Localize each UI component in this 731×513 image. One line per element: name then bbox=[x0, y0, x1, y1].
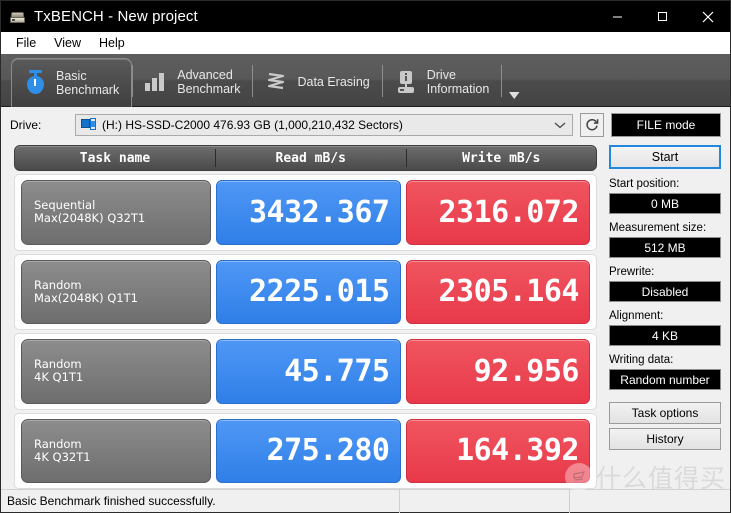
menu-item-file[interactable]: File bbox=[7, 34, 45, 52]
main-content: Task name Read mB/s Write mB/s Sequentia… bbox=[1, 143, 730, 489]
menu-item-help[interactable]: Help bbox=[90, 34, 134, 52]
task-name-line1: Random bbox=[34, 277, 82, 292]
task-name-line2: 4K Q1T1 bbox=[34, 370, 84, 385]
write-value: 164.392 bbox=[405, 418, 590, 483]
tab-data-erasing[interactable]: Data Erasing bbox=[253, 58, 381, 106]
alignment-label: Alignment: bbox=[609, 310, 664, 322]
header-read: Read mB/s bbox=[275, 150, 346, 166]
tab-drive-line1: Drive bbox=[426, 68, 456, 82]
status-segment-3 bbox=[569, 489, 730, 513]
tab-overflow-button[interactable] bbox=[502, 58, 526, 106]
measurement-size-field[interactable]: 512 MB bbox=[609, 237, 721, 258]
task-button[interactable]: Random 4K Q1T1 bbox=[21, 339, 211, 404]
measurement-size-label: Measurement size: bbox=[609, 222, 707, 234]
drive-info-icon bbox=[393, 68, 419, 96]
prewrite-label: Prewrite: bbox=[609, 266, 655, 278]
bar-chart-icon bbox=[143, 68, 169, 96]
writing-data-label: Writing data: bbox=[609, 354, 674, 366]
task-options-button[interactable]: Task options bbox=[609, 402, 721, 424]
window-controls bbox=[595, 1, 730, 32]
tab-basic-benchmark-label: Basic Benchmark bbox=[56, 69, 119, 97]
minimize-button[interactable] bbox=[595, 1, 640, 32]
tab-drive-line2: Information bbox=[426, 82, 490, 96]
table-header: Task name Read mB/s Write mB/s bbox=[14, 145, 597, 171]
task-name-line2: Max(2048K) Q32T1 bbox=[34, 211, 146, 226]
drive-selected-value: (H:) HS-SSD-C2000 476.93 GB (1,000,210,4… bbox=[102, 118, 403, 132]
start-position-label: Start position: bbox=[609, 178, 680, 190]
tab-basic-benchmark[interactable]: Basic Benchmark bbox=[11, 58, 133, 107]
table-row: Random Max(2048K) Q1T1 2225.015 2305.164 bbox=[14, 253, 597, 330]
table-row: Random 4K Q32T1 275.280 164.392 bbox=[14, 412, 597, 489]
read-value: 275.280 bbox=[216, 418, 401, 483]
drive-bar: Drive: (H:) HS-SSD-C2000 476.93 GB (1,00… bbox=[1, 107, 730, 143]
task-name-line1: Random bbox=[34, 436, 82, 451]
task-name-line2: 4K Q32T1 bbox=[34, 449, 91, 464]
tab-advanced-benchmark[interactable]: Advanced Benchmark bbox=[133, 58, 252, 106]
prewrite-field[interactable]: Disabled bbox=[609, 281, 721, 302]
menu-bar: File View Help bbox=[1, 32, 730, 54]
start-button[interactable]: Start bbox=[609, 145, 721, 169]
status-segment-2 bbox=[399, 489, 569, 513]
window-title: TxBENCH - New project bbox=[34, 8, 198, 25]
txbench-window: TxBENCH - New project File View Help Bas… bbox=[0, 0, 731, 513]
start-position-field[interactable]: 0 MB bbox=[609, 193, 721, 214]
shredder-icon bbox=[263, 68, 289, 96]
history-button[interactable]: History bbox=[609, 428, 721, 450]
status-message: Basic Benchmark finished successfully. bbox=[7, 494, 216, 508]
writing-data-field[interactable]: Random number bbox=[609, 369, 721, 390]
menu-item-view[interactable]: View bbox=[45, 34, 90, 52]
task-button[interactable]: Sequential Max(2048K) Q32T1 bbox=[21, 180, 211, 245]
tab-advanced-line1: Advanced bbox=[177, 68, 233, 82]
task-name-line2: Max(2048K) Q1T1 bbox=[34, 290, 138, 305]
write-value: 2316.072 bbox=[405, 180, 590, 245]
alignment-field[interactable]: 4 KB bbox=[609, 325, 721, 346]
settings-panel: Start Start position: 0 MB Measurement s… bbox=[609, 143, 721, 489]
write-value: 2305.164 bbox=[405, 259, 590, 324]
header-write: Write mB/s bbox=[462, 150, 541, 166]
header-task-name: Task name bbox=[79, 150, 151, 166]
task-button[interactable]: Random Max(2048K) Q1T1 bbox=[21, 259, 211, 324]
task-button[interactable]: Random 4K Q32T1 bbox=[21, 418, 211, 483]
read-value: 45.775 bbox=[216, 339, 401, 404]
close-button[interactable] bbox=[685, 1, 730, 32]
drive-icon bbox=[81, 118, 97, 132]
tab-drive-information-label: Drive Information bbox=[427, 68, 490, 96]
drive-label: Drive: bbox=[10, 118, 42, 132]
maximize-button[interactable] bbox=[640, 1, 685, 32]
table-row: Sequential Max(2048K) Q32T1 3432.367 231… bbox=[14, 174, 597, 251]
drive-select[interactable]: (H:) HS-SSD-C2000 476.93 GB (1,000,210,4… bbox=[75, 114, 573, 136]
benchmark-table: Task name Read mB/s Write mB/s Sequentia… bbox=[10, 143, 601, 489]
refresh-button[interactable] bbox=[580, 113, 604, 137]
read-value: 2225.015 bbox=[216, 259, 401, 324]
tab-advanced-line2: Benchmark bbox=[177, 82, 241, 96]
app-drive-icon bbox=[10, 9, 26, 25]
status-bar: Basic Benchmark finished successfully. bbox=[1, 489, 730, 513]
tab-basic-line2: Benchmark bbox=[56, 83, 120, 97]
tab-drive-information[interactable]: Drive Information bbox=[383, 58, 502, 106]
write-value: 92.956 bbox=[405, 339, 590, 404]
read-value: 3432.367 bbox=[216, 180, 401, 245]
tab-advanced-benchmark-label: Advanced Benchmark bbox=[177, 68, 240, 96]
stopwatch-icon bbox=[22, 69, 48, 97]
tab-data-erasing-label: Data Erasing bbox=[297, 75, 369, 89]
tab-data-erasing-line1: Data Erasing bbox=[297, 75, 370, 89]
table-row: Random 4K Q1T1 45.775 92.956 bbox=[14, 333, 597, 410]
chevron-down-icon bbox=[554, 116, 566, 134]
tab-strip: Basic Benchmark Advanced Benchmark Data bbox=[1, 54, 730, 107]
title-bar: TxBENCH - New project bbox=[1, 1, 730, 32]
tab-basic-line1: Basic bbox=[56, 69, 87, 83]
file-mode-button[interactable]: FILE mode bbox=[611, 113, 721, 137]
